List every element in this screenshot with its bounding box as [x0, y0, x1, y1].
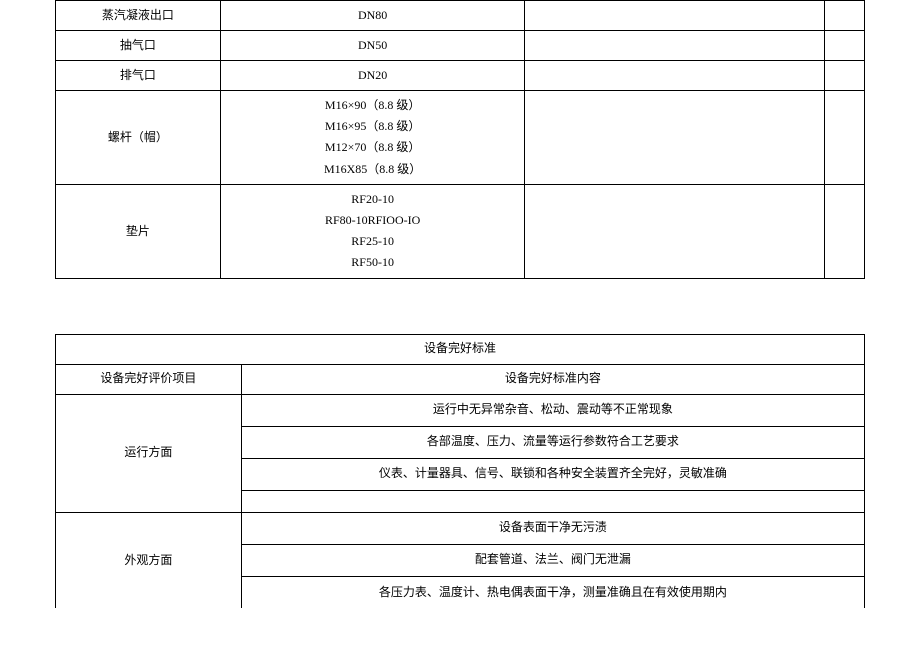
- spec-line: M12×70（8.8 级）: [227, 137, 519, 158]
- standard-item: 运行中无异常杂音、松动、震动等不正常现象: [241, 394, 864, 426]
- row-empty: [525, 184, 825, 278]
- table-title: 设备完好标准: [56, 334, 865, 364]
- standard-item: 配套管道、法兰、阀门无泄漏: [241, 544, 864, 576]
- standard-item: 各压力表、温度计、热电偶表面干净，测量准确且在有效使用期内: [241, 576, 864, 608]
- spec-table: 蒸汽凝液出口 DN80 抽气口 DN50 排气口 DN20 螺杆（帽） M16×…: [55, 0, 865, 279]
- row-empty: [825, 91, 865, 185]
- row-label: 排气口: [56, 61, 221, 91]
- row-empty: [525, 1, 825, 31]
- spec-line: M16×90（8.8 级）: [227, 95, 519, 116]
- spec-line: M16X85（8.8 级）: [227, 159, 519, 180]
- row-empty: [525, 61, 825, 91]
- spec-line: RF20-10: [227, 189, 519, 210]
- standard-table: 设备完好标准 设备完好评价项目 设备完好标准内容 运行方面 运行中无异常杂音、松…: [55, 334, 865, 609]
- spec-line: RF25-10: [227, 231, 519, 252]
- col-header: 设备完好标准内容: [241, 364, 864, 394]
- row-empty: [825, 61, 865, 91]
- row-empty: [825, 1, 865, 31]
- spec-line: RF50-10: [227, 252, 519, 273]
- standard-item-empty: [241, 490, 864, 512]
- row-empty: [525, 91, 825, 185]
- row-label: 垫片: [56, 184, 221, 278]
- spec-line: RF80-10RFIOO-IO: [227, 210, 519, 231]
- row-value: DN50: [220, 31, 525, 61]
- standard-item: 设备表面干净无污渍: [241, 512, 864, 544]
- row-value: DN80: [220, 1, 525, 31]
- row-value-multi: M16×90（8.8 级） M16×95（8.8 级） M12×70（8.8 级…: [220, 91, 525, 185]
- row-value-multi: RF20-10 RF80-10RFIOO-IO RF25-10 RF50-10: [220, 184, 525, 278]
- row-label: 螺杆（帽）: [56, 91, 221, 185]
- standard-item: 各部温度、压力、流量等运行参数符合工艺要求: [241, 426, 864, 458]
- col-header: 设备完好评价项目: [56, 364, 242, 394]
- row-empty: [825, 184, 865, 278]
- section-label: 外观方面: [56, 512, 242, 608]
- row-empty: [825, 31, 865, 61]
- spec-line: M16×95（8.8 级）: [227, 116, 519, 137]
- row-value: DN20: [220, 61, 525, 91]
- standard-item: 仪表、计量器具、信号、联锁和各种安全装置齐全完好，灵敏准确: [241, 458, 864, 490]
- row-label: 抽气口: [56, 31, 221, 61]
- section-label: 运行方面: [56, 394, 242, 512]
- row-empty: [525, 31, 825, 61]
- row-label: 蒸汽凝液出口: [56, 1, 221, 31]
